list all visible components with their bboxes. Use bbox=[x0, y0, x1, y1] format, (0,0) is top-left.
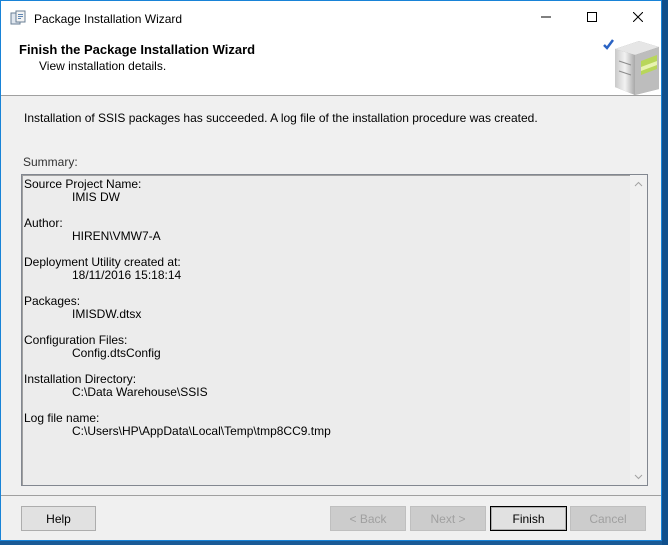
chevron-down-icon bbox=[634, 474, 643, 479]
window-title: Package Installation Wizard bbox=[34, 12, 183, 26]
summary-value: HIREN\VMW7-A bbox=[72, 229, 161, 243]
summary-entry: Configuration Files: Config.dtsConfig bbox=[24, 334, 630, 360]
summary-value: C:\Users\HP\AppData\Local\Temp\tmp8CC9.t… bbox=[72, 424, 331, 438]
status-message: Installation of SSIS packages has succee… bbox=[24, 111, 538, 125]
close-button[interactable] bbox=[615, 1, 661, 33]
summary-value: 18/11/2016 15:18:14 bbox=[72, 268, 182, 282]
summary-entry: Installation Directory: C:\Data Warehous… bbox=[24, 373, 630, 399]
scroll-up-button[interactable] bbox=[630, 175, 647, 192]
page-subtitle: View installation details. bbox=[39, 59, 167, 73]
summary-entry: Deployment Utility created at: 18/11/201… bbox=[24, 256, 630, 282]
maximize-button[interactable] bbox=[569, 1, 615, 33]
package-installer-icon bbox=[10, 10, 26, 26]
help-button[interactable]: Help bbox=[21, 506, 96, 531]
summary-textbox[interactable]: Source Project Name: IMIS DW Author: HIR… bbox=[21, 174, 648, 486]
summary-label: Summary: bbox=[23, 155, 78, 169]
summary-value: C:\Data Warehouse\SSIS bbox=[72, 385, 208, 399]
summary-value: Config.dtsConfig bbox=[72, 346, 161, 360]
summary-content: Source Project Name: IMIS DW Author: HIR… bbox=[24, 178, 630, 451]
server-check-icon bbox=[601, 37, 661, 95]
close-icon bbox=[633, 12, 643, 22]
summary-entry: Log file name: C:\Users\HP\AppData\Local… bbox=[24, 412, 630, 438]
footer-divider bbox=[1, 495, 661, 496]
minimize-icon bbox=[541, 16, 551, 18]
chevron-up-icon bbox=[634, 181, 643, 186]
wizard-header: Finish the Package Installation Wizard V… bbox=[1, 33, 661, 96]
minimize-button[interactable] bbox=[523, 1, 569, 33]
summary-entry: Source Project Name: IMIS DW bbox=[24, 178, 630, 204]
next-button[interactable]: Next > bbox=[410, 506, 486, 531]
finish-button[interactable]: Finish bbox=[490, 506, 567, 531]
desktop-background bbox=[662, 0, 668, 545]
scroll-down-button[interactable] bbox=[630, 468, 647, 485]
vertical-scrollbar[interactable] bbox=[630, 175, 647, 485]
summary-value: IMISDW.dtsx bbox=[72, 307, 142, 321]
summary-entry: Packages: IMISDW.dtsx bbox=[24, 295, 630, 321]
wizard-window: Package Installation Wizard Finish the P… bbox=[0, 0, 662, 541]
back-button[interactable]: < Back bbox=[330, 506, 406, 531]
maximize-icon bbox=[587, 12, 597, 22]
title-bar[interactable]: Package Installation Wizard bbox=[1, 1, 661, 33]
cancel-button[interactable]: Cancel bbox=[570, 506, 646, 531]
page-title: Finish the Package Installation Wizard bbox=[19, 42, 256, 57]
summary-value: IMIS DW bbox=[72, 190, 120, 204]
summary-entry: Author: HIREN\VMW7-A bbox=[24, 217, 630, 243]
